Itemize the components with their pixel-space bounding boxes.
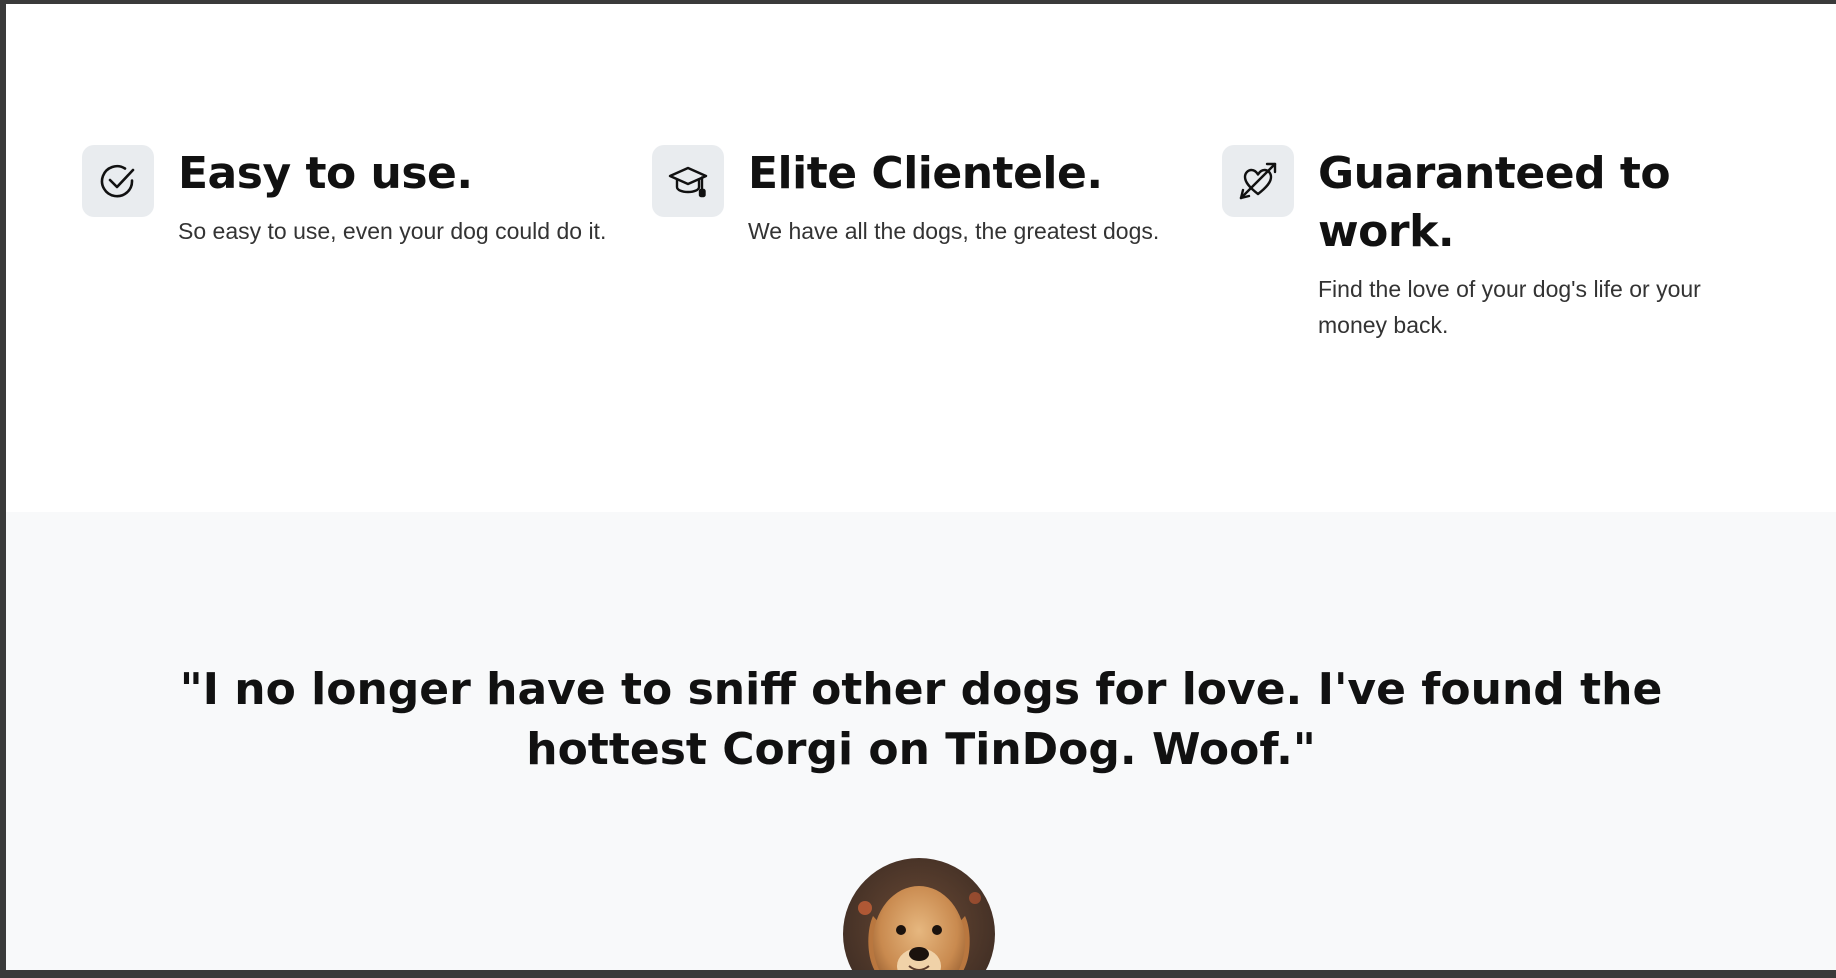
testimonial-quote: "I no longer have to sniff other dogs fo… <box>179 664 1663 775</box>
browser-viewport: Easy to use. So easy to use, even your d… <box>6 4 1836 970</box>
feature-title: Easy to use. <box>178 148 473 199</box>
testimonial-section: "I no longer have to sniff other dogs fo… <box>6 512 1836 970</box>
feature-title: Guaranteed to work. <box>1318 148 1671 257</box>
feature-title: Elite Clientele. <box>748 148 1103 199</box>
features-section: Easy to use. So easy to use, even your d… <box>6 4 1836 512</box>
heart-arrow-icon <box>1222 145 1294 217</box>
feature-description: Find the love of your dog's life or your… <box>1318 276 1701 338</box>
dog-avatar <box>843 858 995 970</box>
feature-description: So easy to use, even your dog could do i… <box>178 218 607 244</box>
feature-description: We have all the dogs, the greatest dogs. <box>748 218 1160 244</box>
check-circle-icon <box>82 145 154 217</box>
graduation-cap-icon <box>652 145 724 217</box>
